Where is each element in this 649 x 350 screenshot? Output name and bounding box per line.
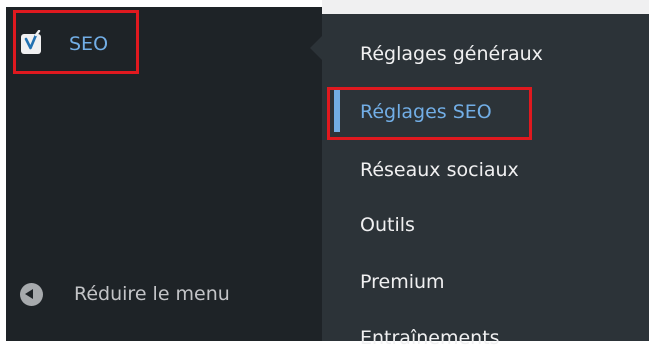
submenu-item-entrainements[interactable]: Entraînements	[360, 326, 500, 350]
collapse-arrow-icon	[20, 283, 43, 306]
submenu-item-reglages-seo[interactable]: Réglages SEO	[360, 100, 492, 124]
submenu-item-reseaux-sociaux[interactable]: Réseaux sociaux	[360, 158, 519, 182]
submenu-item-outils[interactable]: Outils	[360, 213, 415, 237]
content-area	[322, 0, 649, 14]
submenu-item-reglages-generaux[interactable]: Réglages généraux	[360, 42, 543, 66]
collapse-menu-label: Réduire le menu	[74, 283, 230, 305]
flyout-pointer	[310, 36, 322, 60]
sidebar-item-label: SEO	[69, 33, 109, 55]
collapse-menu-button[interactable]: Réduire le menu	[20, 280, 300, 308]
yoast-icon	[21, 30, 41, 54]
submenu-item-premium[interactable]: Premium	[360, 270, 445, 294]
sidebar-item-seo[interactable]: SEO	[13, 10, 139, 74]
